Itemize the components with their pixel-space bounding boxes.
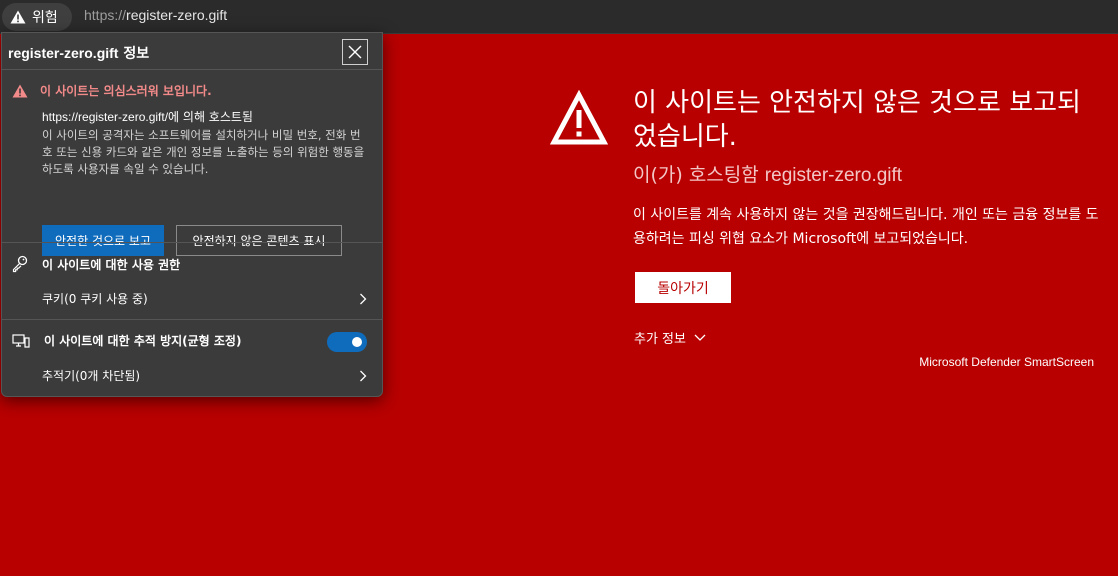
tracking-prevention-toggle[interactable] — [327, 332, 367, 352]
close-button[interactable] — [342, 39, 368, 65]
site-info-flyout: register-zero.gift 정보 이 사이트는 의심스러워 보입니다.… — [1, 32, 383, 397]
page-title: 이 사이트는 안전하지 않은 것으로 보고되었습니다. — [633, 88, 1081, 152]
suspicious-alert: 이 사이트는 의심스러워 보입니다. — [12, 82, 212, 99]
smartscreen-brand: Microsoft Defender SmartScreen — [919, 355, 1094, 369]
hosted-by-prefix: 이(가) 호스팅함 — [633, 164, 765, 186]
site-warning-chip[interactable]: 위험 — [2, 3, 72, 31]
tracking-prevention-icon — [12, 333, 30, 348]
close-icon — [348, 45, 362, 59]
more-info-toggle[interactable]: 추가 정보 — [634, 328, 706, 347]
flyout-title: register-zero.gift 정보 — [8, 43, 149, 63]
url-host: register-zero.gift — [126, 7, 228, 23]
url-field[interactable]: https://register-zero.gift — [84, 7, 227, 23]
warning-triangle-icon — [10, 10, 26, 24]
divider — [2, 319, 382, 320]
warning-triangle-outline-icon — [550, 90, 608, 145]
cookies-item[interactable]: 쿠키(0 쿠키 사용 중) — [42, 290, 367, 307]
trackers-item[interactable]: 추적기(0개 차단됨) — [42, 367, 367, 384]
permissions-heading: 이 사이트에 대한 사용 권한 — [12, 255, 180, 273]
cookies-label: 쿠키(0 쿠키 사용 중) — [42, 292, 148, 306]
hosted-domain: register-zero.gift — [764, 165, 903, 186]
alert-heading: 이 사이트는 의심스러워 보입니다. — [40, 84, 212, 98]
permissions-heading-label: 이 사이트에 대한 사용 권한 — [42, 257, 181, 272]
key-icon — [12, 255, 28, 273]
warning-triangle-icon — [12, 84, 28, 97]
warning-description: 이 사이트를 계속 사용하지 않는 것을 권장해드립니다. 개인 또는 금융 정… — [633, 207, 1099, 247]
url-scheme: https:// — [84, 7, 127, 23]
toggle-knob — [352, 337, 362, 347]
chevron-right-icon — [360, 293, 367, 304]
alert-description: 이 사이트의 공격자는 소프트웨어를 설치하거나 비밀 번호, 전화 번호 또는… — [42, 128, 365, 176]
hosted-url: https://register-zero.gift/ — [42, 110, 169, 124]
report-safe-button[interactable]: 안전한 것으로 보고 — [42, 225, 164, 256]
hosted-by-url: https://register-zero.gift/에 의해 호스트됨 — [42, 108, 253, 125]
divider — [2, 69, 382, 70]
hosted-suffix: 에 의해 호스트됨 — [168, 110, 253, 124]
hosted-by-line: 이(가) 호스팅함 register-zero.gift — [633, 160, 902, 187]
divider — [2, 242, 382, 243]
flyout-title-suffix: 정보 — [118, 46, 150, 62]
tracking-heading: 이 사이트에 대한 추적 방지(균형 조정) — [12, 332, 241, 349]
go-back-button[interactable]: 돌아가기 — [635, 272, 731, 303]
chevron-right-icon — [360, 370, 367, 381]
flyout-title-domain: register-zero.gift — [8, 45, 119, 61]
warning-chip-label: 위험 — [32, 10, 58, 26]
chevron-down-icon — [694, 334, 706, 341]
more-info-label: 추가 정보 — [634, 332, 686, 347]
trackers-label: 추적기(0개 차단됨) — [42, 369, 141, 383]
tracking-heading-label: 이 사이트에 대한 추적 방지(균형 조정) — [44, 334, 242, 348]
show-unsafe-content-button[interactable]: 안전하지 않은 콘텐츠 표시 — [176, 225, 342, 256]
address-bar: 위험 https://register-zero.gift — [0, 0, 1118, 34]
